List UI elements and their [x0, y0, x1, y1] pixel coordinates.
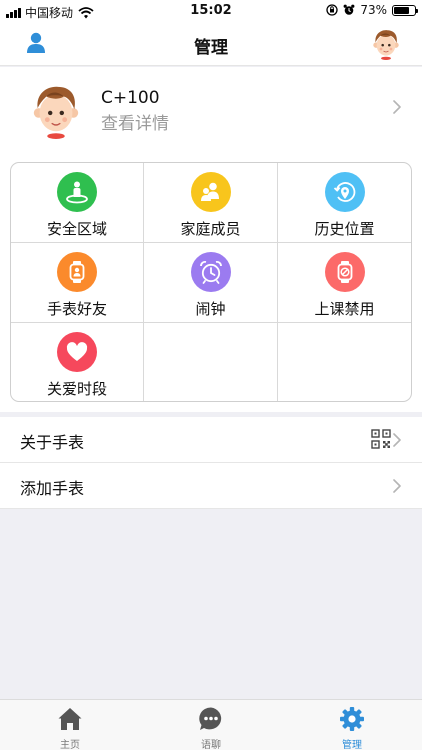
safe-zone-icon	[57, 172, 97, 212]
grid-item-label: 手表好友	[46, 300, 107, 318]
location-history-icon	[324, 172, 365, 212]
rotation-lock-icon	[326, 4, 338, 16]
alarm-icon	[343, 4, 355, 15]
grid-item-class-ban[interactable]: 上课禁用	[278, 243, 411, 323]
add-watch-row[interactable]: 添加手表	[0, 463, 422, 509]
grid-empty-cell	[144, 323, 278, 401]
grid-item-label: 历史位置	[314, 220, 375, 238]
grid-item-label: 上课禁用	[314, 300, 375, 318]
about-watch-row[interactable]: 关于手表	[0, 417, 422, 463]
home-icon	[58, 708, 82, 730]
battery-percent: 73%	[360, 3, 387, 17]
settings-gear-icon	[340, 707, 364, 731]
about-watch-label: 关于手表	[20, 433, 85, 452]
view-details-label: 查看详情	[101, 114, 169, 134]
grid-item-location-history[interactable]: 历史位置	[278, 163, 411, 243]
tab-label: 主页	[60, 740, 80, 750]
nav-bar: 管理	[0, 22, 422, 66]
alarm-clock-icon	[190, 252, 231, 292]
family-icon	[190, 172, 231, 212]
grid-item-safe-zone[interactable]: 安全区域	[11, 163, 144, 243]
grid-item-label: 家庭成员	[180, 220, 241, 238]
grid-item-label: 闹钟	[195, 300, 226, 318]
chevron-right-icon	[393, 433, 401, 447]
grid-empty-cell	[278, 323, 411, 401]
status-right: 73%	[326, 3, 418, 17]
battery-icon	[392, 4, 418, 16]
tab-label: 管理	[342, 740, 362, 750]
status-bar: 中国移动 15:02 73%	[0, 0, 422, 22]
tab-home[interactable]: 主页	[0, 700, 140, 750]
feature-panel: 安全区域 家庭成员 历史位置 手表好友 闹钟 上课禁用 关爱时段	[0, 153, 422, 412]
feature-grid: 安全区域 家庭成员 历史位置 手表好友 闹钟 上课禁用 关爱时段	[10, 162, 412, 402]
tab-label: 语聊	[201, 740, 221, 750]
qr-code-icon	[371, 429, 391, 449]
tab-bar: 主页 语聊 管理	[0, 699, 422, 750]
settings-list: 关于手表 添加手表	[0, 417, 422, 509]
grid-item-family[interactable]: 家庭成员	[144, 163, 278, 243]
avatar	[33, 86, 79, 139]
device-name: C+100	[101, 88, 160, 108]
grid-item-watch-friends[interactable]: 手表好友	[11, 243, 144, 323]
grid-item-label: 关爱时段	[46, 380, 107, 398]
add-watch-label: 添加手表	[20, 479, 85, 498]
page-title: 管理	[194, 38, 228, 58]
heart-icon	[57, 332, 97, 372]
grid-item-care-period[interactable]: 关爱时段	[11, 323, 144, 401]
tab-chat[interactable]: 语聊	[141, 700, 281, 750]
chat-icon	[199, 707, 222, 730]
watch-avatar-button[interactable]	[370, 28, 402, 60]
grid-item-alarm[interactable]: 闹钟	[144, 243, 278, 323]
watch-friend-icon	[57, 252, 97, 292]
class-ban-icon	[324, 252, 365, 292]
tab-manage[interactable]: 管理	[282, 700, 422, 750]
device-profile-row[interactable]: C+100 查看详情	[0, 67, 422, 153]
chevron-right-icon	[393, 479, 401, 493]
grid-item-label: 安全区域	[46, 220, 107, 238]
chevron-right-icon	[393, 100, 401, 114]
